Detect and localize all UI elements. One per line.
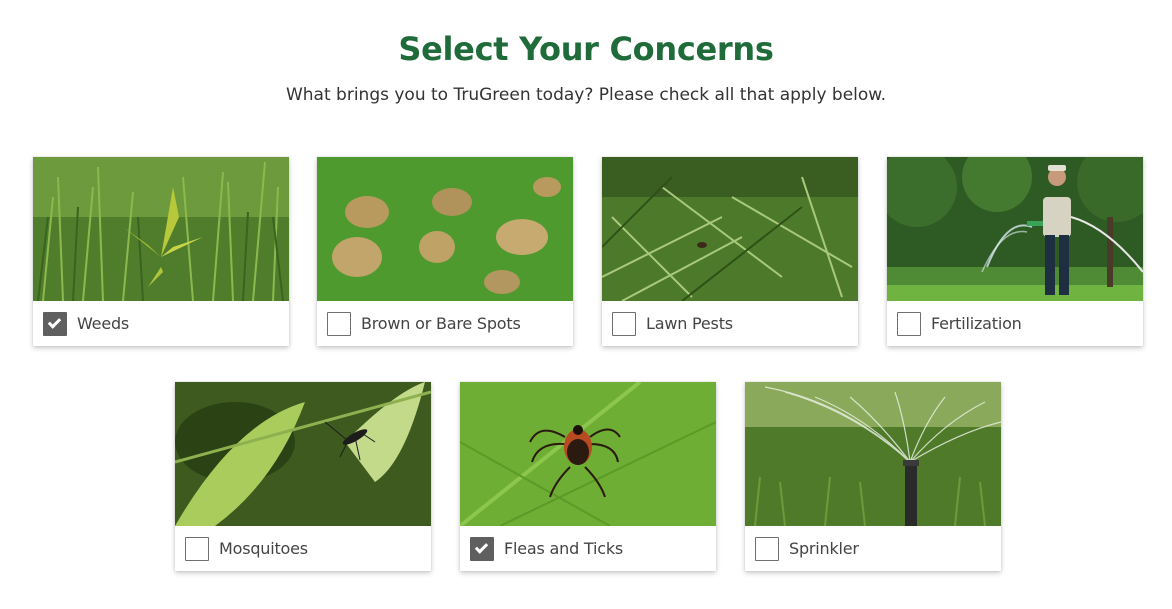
sprinkler-checkbox[interactable] <box>755 537 779 561</box>
tick-photo <box>460 382 716 526</box>
mosquito-photo <box>175 382 431 526</box>
page-subtitle: What brings you to TruGreen today? Pleas… <box>285 85 887 105</box>
concern-label: Mosquitoes <box>219 539 308 558</box>
concern-label: Lawn Pests <box>646 314 733 333</box>
concern-label: Brown or Bare Spots <box>361 314 521 333</box>
concern-label: Weeds <box>77 314 130 333</box>
concern-card-brown-spots[interactable]: Brown or Bare Spots <box>317 157 573 346</box>
fleas-ticks-checkbox[interactable] <box>470 537 494 561</box>
fertilization-photo <box>887 157 1143 301</box>
concern-label: Fertilization <box>931 314 1022 333</box>
check-icon <box>47 315 62 329</box>
concern-card-weeds[interactable]: Weeds <box>33 157 289 346</box>
concern-card-fleas-ticks[interactable]: Fleas and Ticks <box>460 382 716 571</box>
concern-card-lawn-pests[interactable]: Lawn Pests <box>602 157 858 346</box>
concern-card-sprinkler[interactable]: Sprinkler <box>745 382 1001 571</box>
sprinkler-photo <box>745 382 1001 526</box>
concern-card-fertilization[interactable]: Fertilization <box>887 157 1143 346</box>
lawn-pests-checkbox[interactable] <box>612 312 636 336</box>
lawn-pests-photo <box>602 157 858 301</box>
check-icon <box>474 540 489 554</box>
weeds-photo <box>33 157 289 301</box>
brown-spots-photo <box>317 157 573 301</box>
mosquitoes-checkbox[interactable] <box>185 537 209 561</box>
brown-spots-checkbox[interactable] <box>327 312 351 336</box>
weeds-checkbox[interactable] <box>43 312 67 336</box>
page-title: Select Your Concerns <box>398 30 774 68</box>
concern-card-mosquitoes[interactable]: Mosquitoes <box>175 382 431 571</box>
fertilization-checkbox[interactable] <box>897 312 921 336</box>
concern-label: Sprinkler <box>789 539 859 558</box>
concern-label: Fleas and Ticks <box>504 539 624 558</box>
